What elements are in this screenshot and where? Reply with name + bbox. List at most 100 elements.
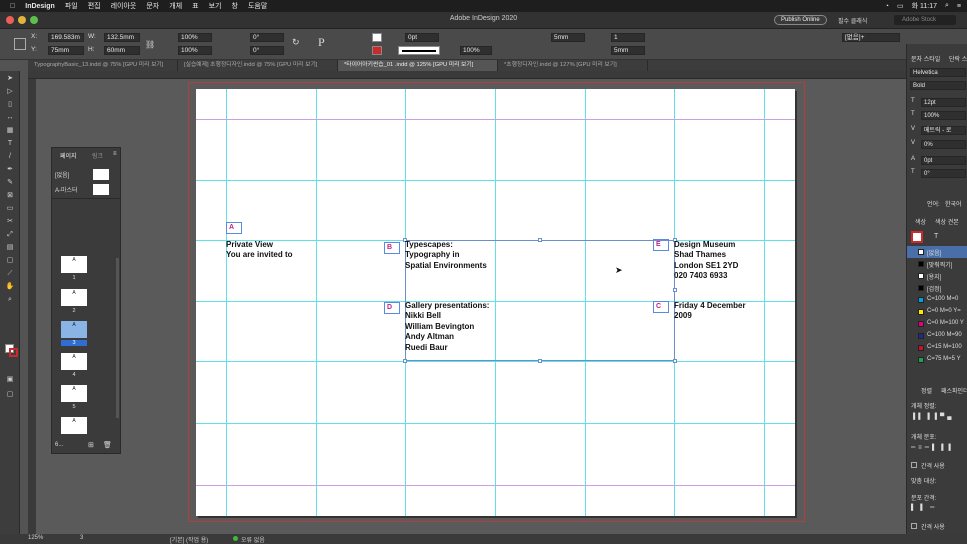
a-master-label[interactable]: A-마스터 — [55, 185, 78, 194]
pencil-tool-icon[interactable]: ✎ — [5, 179, 15, 187]
wifi-icon[interactable]: ◔ — [885, 3, 889, 10]
direct-selection-tool-icon[interactable]: ▷ — [5, 88, 15, 96]
gutter-field[interactable]: 5mm — [551, 33, 585, 42]
label-d[interactable]: D — [384, 302, 400, 314]
swatch-name-5[interactable]: C=0 M=0 Y= — [927, 308, 961, 314]
screen-mode-icon[interactable]: ▢ — [5, 391, 15, 399]
tracking-field[interactable]: 0% — [921, 140, 966, 149]
menu-table[interactable]: 표 — [192, 1, 198, 11]
zoom-level-field[interactable]: 125% — [28, 535, 43, 541]
scale-x-field[interactable]: 100% — [178, 33, 212, 42]
frame-handle[interactable] — [538, 359, 542, 363]
gradient-tool-icon[interactable]: ▤ — [5, 244, 15, 252]
workspace-switcher[interactable]: 필수 클래식 — [838, 16, 867, 25]
align-buttons[interactable]: ▐▌▐▐▀▄ — [911, 414, 955, 420]
spotlight-icon[interactable]: ⌕ — [945, 2, 949, 10]
free-transform-tool-icon[interactable]: ⤢ — [5, 231, 15, 239]
panel-scrollbar[interactable] — [116, 258, 119, 418]
y-field[interactable]: 75mm — [48, 46, 84, 55]
tab-paragraph-styles[interactable]: 단락 스 — [949, 54, 967, 63]
swatch-name-1[interactable]: [맞춰찍기] — [927, 260, 952, 269]
object-style-dropdown[interactable]: [없음]+ — [842, 33, 900, 42]
menu-view[interactable]: 보기 — [209, 1, 222, 11]
menu-edit[interactable]: 편집 — [88, 1, 101, 11]
stroke-type-dropdown[interactable] — [398, 46, 440, 55]
tab-pathfinder[interactable]: 패스파인더 — [941, 386, 967, 395]
rectangle-tool-icon[interactable]: ▭ — [5, 205, 15, 213]
swatch-name-8[interactable]: C=15 M=100 — [927, 344, 962, 350]
column-gutter-field[interactable]: 5mm — [611, 46, 645, 55]
menu-window[interactable]: 창 — [231, 1, 237, 11]
hand-tool-icon[interactable]: ✋ — [5, 283, 15, 291]
frame-handle[interactable] — [673, 288, 677, 292]
page-tool-icon[interactable]: ▯ — [5, 101, 15, 109]
frame-handle[interactable] — [538, 238, 542, 242]
text-color-icon[interactable]: T — [934, 233, 938, 240]
stroke-icon[interactable] — [9, 348, 18, 357]
label-b[interactable]: B — [384, 242, 400, 254]
rotate-field[interactable]: 0° — [250, 33, 284, 42]
font-style-field[interactable]: Bold — [910, 81, 966, 90]
date-text[interactable]: Friday 4 December 2009 — [674, 301, 746, 322]
control-center-icon[interactable]: ≡ — [957, 3, 961, 10]
h-field[interactable]: 60mm — [104, 46, 140, 55]
use-spacing-checkbox[interactable] — [911, 462, 917, 468]
view-mode-icon[interactable]: ▣ — [5, 376, 15, 384]
tab-align[interactable]: 정렬 — [921, 386, 932, 395]
preflight-profile[interactable]: [기본] (작업 용) — [170, 535, 208, 544]
app-menu[interactable]: InDesign — [25, 3, 55, 10]
swatch-name-3[interactable]: [검정] — [927, 284, 941, 293]
distribute-buttons[interactable]: ═≡═▌▐▐ — [911, 445, 954, 451]
typescapes-text[interactable]: Typescapes: Typography in Spatial Enviro… — [405, 240, 487, 271]
use-spacing-checkbox-2[interactable] — [911, 523, 917, 529]
skew-field[interactable]: 0° — [921, 169, 966, 178]
swatch-name-2[interactable]: [용지] — [927, 272, 941, 281]
menu-object[interactable]: 개체 — [169, 1, 182, 11]
panel-menu-icon[interactable]: ≡ — [113, 151, 117, 157]
tab-links[interactable]: 링크 — [92, 151, 103, 160]
rotate-icon[interactable]: ↻ — [292, 37, 300, 48]
selection-tool-icon[interactable]: ➤ — [5, 75, 15, 83]
zoom-tool-icon[interactable]: ⌕ — [5, 296, 15, 304]
tab-pages[interactable]: 페이지 — [60, 151, 77, 160]
gap-tool-icon[interactable]: ↔ — [5, 114, 15, 122]
swatch-name-9[interactable]: C=75 M=5 Y — [927, 356, 961, 362]
gallery-text[interactable]: Gallery presentations: Nikki Bell Willia… — [405, 301, 489, 353]
paragraph-icon[interactable]: P — [318, 35, 325, 50]
stroke-weight-field[interactable]: 0pt — [405, 33, 439, 42]
delete-page-icon[interactable]: 🗑 — [103, 441, 112, 449]
frame-handle[interactable] — [403, 359, 407, 363]
w-field[interactable]: 132.5mm — [104, 33, 140, 42]
vertical-ruler[interactable] — [28, 79, 36, 534]
battery-icon[interactable]: ▭ — [897, 2, 904, 10]
shear-field[interactable]: 0° — [250, 46, 284, 55]
label-e[interactable]: E — [653, 239, 669, 251]
page-thumb-6[interactable]: A — [61, 417, 87, 434]
swatch-name-0[interactable]: [없음] — [927, 248, 941, 257]
preflight-errors[interactable]: 오류 없음 — [241, 535, 265, 544]
tab-swatches[interactable]: 색상 견본 — [935, 217, 959, 226]
x-field[interactable]: 169.583m — [48, 33, 84, 42]
a-master-thumb[interactable] — [93, 184, 109, 195]
none-master-thumb[interactable] — [93, 169, 109, 180]
language-dropdown[interactable]: 한국어 — [945, 199, 962, 208]
fill-stroke-icon[interactable] — [911, 231, 923, 243]
museum-address-text[interactable]: Design Museum Shad Thames London SE1 2YD… — [674, 240, 738, 282]
menu-layout[interactable]: 레이아웃 — [111, 1, 137, 11]
page-thumb-4[interactable]: A — [61, 353, 87, 370]
menu-file[interactable]: 파일 — [65, 1, 78, 11]
label-c[interactable]: C — [653, 301, 669, 313]
stroke-swatch-icon[interactable] — [372, 46, 382, 55]
tab-character-styles[interactable]: 문자 스타일 — [911, 54, 940, 63]
scissors-tool-icon[interactable]: ✂ — [5, 218, 15, 226]
document-page[interactable]: A B E D C Private View You are invited t… — [196, 89, 795, 516]
frame-handle[interactable] — [673, 359, 677, 363]
tab-typography-basic[interactable]: TypographyBasic_13.indd @ 75% [GPU 미리 보기… — [28, 60, 178, 71]
tab-color[interactable]: 색상 — [915, 217, 926, 226]
tab-active-document[interactable]: *타이어아키썬습_01 .indd @ 125% [GPU 미리 보기] — [338, 60, 498, 71]
fill-swatch-icon[interactable] — [372, 33, 382, 42]
eyedropper-tool-icon[interactable]: ⟋ — [5, 270, 15, 278]
leading-field[interactable]: 100% — [921, 111, 966, 120]
swatch-name-7[interactable]: C=100 M=90 — [927, 332, 962, 338]
clock[interactable]: 화 11:17 — [912, 1, 937, 11]
